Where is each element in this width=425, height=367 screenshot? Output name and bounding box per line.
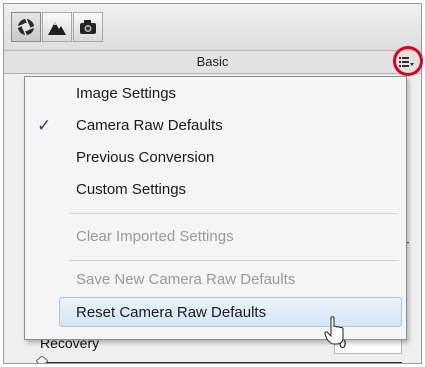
recovery-slider-thumb[interactable] — [36, 356, 48, 364]
mountains-icon — [48, 22, 66, 35]
menu-item-label: Camera Raw Defaults — [76, 117, 223, 134]
menu-item-camera-raw-defaults[interactable]: ✓ Camera Raw Defaults — [25, 111, 406, 141]
checkmark-icon: ✓ — [37, 116, 52, 135]
menu-item-label: Image Settings — [76, 85, 177, 102]
menu-separator — [69, 260, 398, 261]
camera-icon — [80, 20, 96, 34]
menu-item-save-new-camera-raw-defaults: Save New Camera Raw Defaults — [25, 265, 406, 295]
menu-item-image-settings[interactable]: Image Settings — [25, 79, 406, 109]
menu-item-label: Clear Imported Settings — [76, 228, 234, 245]
menu-item-custom-settings[interactable]: Custom Settings — [25, 175, 406, 205]
menu-item-label: Save New Camera Raw Defaults — [76, 271, 296, 288]
menu-item-reset-camera-raw-defaults[interactable]: Reset Camera Raw Defaults — [59, 297, 402, 327]
settings-flyout-menu: Image Settings ✓ Camera Raw Defaults Pre… — [24, 76, 407, 340]
recovery-slider-track[interactable] — [42, 362, 402, 363]
menu-item-label: Previous Conversion — [76, 149, 215, 166]
menu-item-clear-imported-settings: Clear Imported Settings — [25, 222, 406, 252]
basic-tab[interactable] — [11, 12, 41, 42]
camera-raw-panel: Basic Recovery 0 Image Settings ✓ Camera… — [3, 3, 422, 364]
panel-tabs-toolbar — [4, 4, 421, 51]
menu-item-label: Reset Camera Raw Defaults — [76, 304, 267, 321]
menu-item-previous-conversion[interactable]: Previous Conversion — [25, 143, 406, 173]
panel-title: Basic — [196, 54, 229, 69]
mouse-cursor-icon — [324, 316, 344, 345]
flyout-highlight-ring — [393, 46, 423, 76]
aperture-icon — [17, 18, 35, 36]
camera-calibration-tab[interactable] — [73, 12, 103, 42]
panel-header: Basic — [4, 51, 421, 74]
tone-curve-tab[interactable] — [42, 12, 72, 42]
menu-separator — [69, 213, 398, 214]
menu-item-label: Custom Settings — [76, 181, 187, 198]
